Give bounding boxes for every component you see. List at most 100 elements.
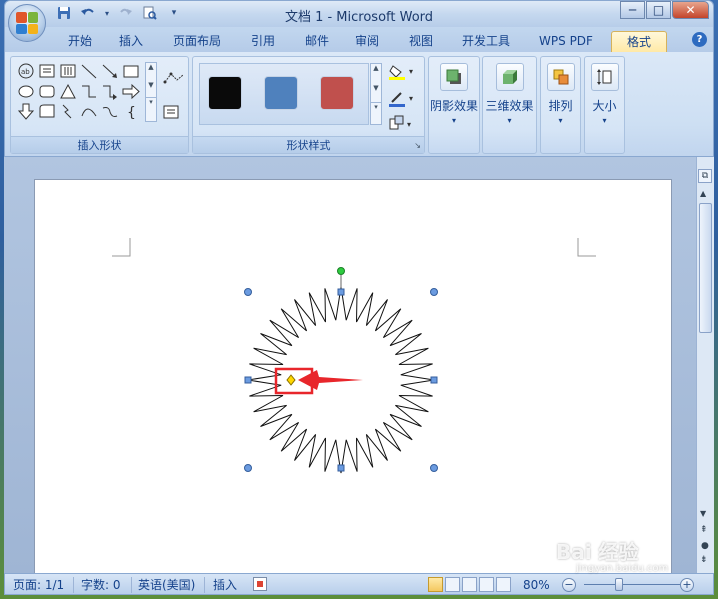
browse-object-icon[interactable]: ● bbox=[701, 541, 709, 551]
elbow-arrow-connector-icon[interactable] bbox=[100, 82, 120, 101]
right-arrow-shape-icon[interactable] bbox=[121, 82, 141, 101]
next-page-icon[interactable]: ⇟ bbox=[700, 555, 708, 565]
scroll-up-arrow[interactable]: ▲ bbox=[700, 189, 706, 198]
change-shape-icon[interactable]: ▾ bbox=[389, 115, 417, 134]
arrange-icon bbox=[546, 63, 575, 91]
full-screen-reading-icon[interactable] bbox=[445, 577, 460, 592]
line-shape-icon[interactable] bbox=[79, 62, 99, 81]
size-button[interactable]: 大小 ▾ bbox=[585, 61, 624, 135]
zoom-slider-track[interactable] bbox=[584, 584, 684, 585]
brace-shape-icon[interactable]: { bbox=[121, 102, 141, 121]
customize-dropdown-icon[interactable]: ▾ bbox=[165, 5, 183, 21]
resize-handle-top[interactable] bbox=[337, 288, 345, 296]
print-preview-icon[interactable] bbox=[141, 5, 159, 21]
arrange-button[interactable]: 排列 ▾ bbox=[541, 61, 580, 135]
vertical-text-box-icon[interactable] bbox=[58, 62, 78, 81]
shadow-effects-button[interactable]: 阴影效果 ▾ bbox=[429, 61, 479, 135]
redo-icon[interactable] bbox=[117, 5, 135, 21]
tab-insert[interactable]: 插入 bbox=[111, 31, 151, 52]
tab-format[interactable]: 格式 bbox=[611, 31, 667, 52]
maximize-button[interactable]: □ bbox=[646, 1, 671, 19]
tab-view[interactable]: 视图 bbox=[401, 31, 441, 52]
watermark-brand: Bai 经验 bbox=[556, 540, 639, 564]
zoom-out-icon[interactable]: − bbox=[562, 578, 576, 592]
style-gallery-scroll[interactable]: ▲ ▼ ▾ bbox=[370, 63, 382, 125]
tab-page-layout[interactable]: 页面布局 bbox=[165, 31, 229, 52]
arrow-line-icon[interactable] bbox=[100, 62, 120, 81]
dropdown-arrow-icon: ▾ bbox=[558, 116, 563, 125]
resize-handle-left[interactable] bbox=[244, 376, 252, 384]
oval-shape-icon[interactable] bbox=[16, 82, 36, 101]
save-icon[interactable] bbox=[55, 5, 73, 21]
curve-shape-icon[interactable] bbox=[79, 102, 99, 121]
freeform-shape-icon[interactable] bbox=[100, 102, 120, 121]
text-box-draw-icon[interactable] bbox=[163, 105, 179, 122]
resize-handle-br[interactable] bbox=[430, 464, 438, 472]
rotate-handle[interactable] bbox=[337, 267, 345, 275]
minimize-button[interactable]: ─ bbox=[620, 1, 645, 19]
ruler-toggle-icon[interactable]: ⧉ bbox=[698, 169, 712, 183]
shape-gallery-scroll[interactable]: ▲ ▼ ▾ bbox=[145, 62, 157, 122]
flowchart-shape-icon[interactable] bbox=[37, 102, 57, 121]
insert-mode[interactable]: 插入 bbox=[213, 577, 237, 593]
ribbon-tabs: 开始 插入 页面布局 引用 邮件 审阅 视图 开发工具 WPS PDF 格式 ? bbox=[4, 27, 714, 52]
draft-view-icon[interactable] bbox=[496, 577, 511, 592]
office-button[interactable] bbox=[8, 4, 46, 42]
svg-text:▾: ▾ bbox=[409, 67, 413, 76]
document-page[interactable] bbox=[34, 179, 672, 579]
undo-icon[interactable] bbox=[79, 5, 97, 21]
word-count[interactable]: 字数: 0 bbox=[81, 577, 121, 593]
3d-effects-button[interactable]: 三维效果 ▾ bbox=[483, 61, 536, 135]
shape-fill-icon[interactable]: ▾ bbox=[389, 64, 417, 83]
undo-dropdown-icon[interactable]: ▾ bbox=[103, 5, 111, 21]
page-count[interactable]: 页面: 1/1 bbox=[13, 577, 64, 593]
macro-record-icon[interactable] bbox=[253, 577, 267, 591]
arrange-label: 排列 bbox=[548, 99, 573, 113]
web-layout-icon[interactable] bbox=[462, 577, 477, 592]
rounded-rectangle-icon[interactable] bbox=[37, 82, 57, 101]
close-button[interactable]: ✕ bbox=[672, 1, 709, 19]
scroll-thumb[interactable] bbox=[699, 203, 712, 333]
down-arrow-shape-icon[interactable] bbox=[16, 102, 36, 121]
dialog-launcher-icon[interactable]: ↘ bbox=[414, 141, 421, 150]
textbox-icon[interactable]: ab bbox=[16, 62, 36, 81]
baidu-watermark: Bai 经验 jingyan.baidu.com bbox=[556, 536, 668, 574]
zoom-slider-thumb[interactable] bbox=[615, 578, 623, 591]
resize-handle-tl[interactable] bbox=[244, 288, 252, 296]
previous-page-icon[interactable]: ⇞ bbox=[700, 525, 708, 535]
dropdown-arrow-icon: ▾ bbox=[602, 116, 607, 125]
resize-handle-bottom[interactable] bbox=[337, 464, 345, 472]
zoom-in-icon[interactable]: + bbox=[680, 578, 694, 592]
shape-styles-label: 形状样式 bbox=[193, 136, 424, 153]
style-swatch-blue[interactable] bbox=[264, 76, 298, 110]
resize-handle-right[interactable] bbox=[430, 376, 438, 384]
vertical-scrollbar[interactable]: ⧉ ▲ ▼ ⇞ ● ⇟ bbox=[696, 157, 714, 573]
edit-shape-icon[interactable] bbox=[163, 71, 185, 88]
tab-wps-pdf[interactable]: WPS PDF bbox=[531, 31, 601, 52]
scroll-down-arrow[interactable]: ▼ bbox=[700, 509, 706, 518]
resize-handle-bl[interactable] bbox=[244, 464, 252, 472]
zoom-level[interactable]: 80% bbox=[523, 577, 550, 593]
size-group: 大小 ▾ bbox=[584, 56, 625, 154]
tab-developer[interactable]: 开发工具 bbox=[454, 31, 518, 52]
tab-review[interactable]: 审阅 bbox=[347, 31, 387, 52]
svg-text:▾: ▾ bbox=[409, 94, 413, 103]
style-swatch-red[interactable] bbox=[320, 76, 354, 110]
tab-home[interactable]: 开始 bbox=[60, 31, 100, 52]
lightning-shape-icon[interactable] bbox=[58, 102, 78, 121]
tab-mailings[interactable]: 邮件 bbox=[297, 31, 337, 52]
style-swatch-black[interactable] bbox=[208, 76, 242, 110]
tab-references[interactable]: 引用 bbox=[243, 31, 283, 52]
shape-outline-icon[interactable]: ▾ bbox=[389, 91, 417, 110]
starburst-shape[interactable] bbox=[35, 180, 673, 580]
elbow-connector-icon[interactable] bbox=[79, 82, 99, 101]
print-layout-view-icon[interactable] bbox=[428, 577, 443, 592]
outline-view-icon[interactable] bbox=[479, 577, 494, 592]
rectangle-shape-icon[interactable] bbox=[121, 62, 141, 81]
office-logo-icon bbox=[16, 12, 38, 34]
language-indicator[interactable]: 英语(美国) bbox=[138, 577, 195, 593]
help-icon[interactable]: ? bbox=[692, 32, 707, 47]
text-box-icon[interactable] bbox=[37, 62, 57, 81]
triangle-shape-icon[interactable] bbox=[58, 82, 78, 101]
resize-handle-tr[interactable] bbox=[430, 288, 438, 296]
